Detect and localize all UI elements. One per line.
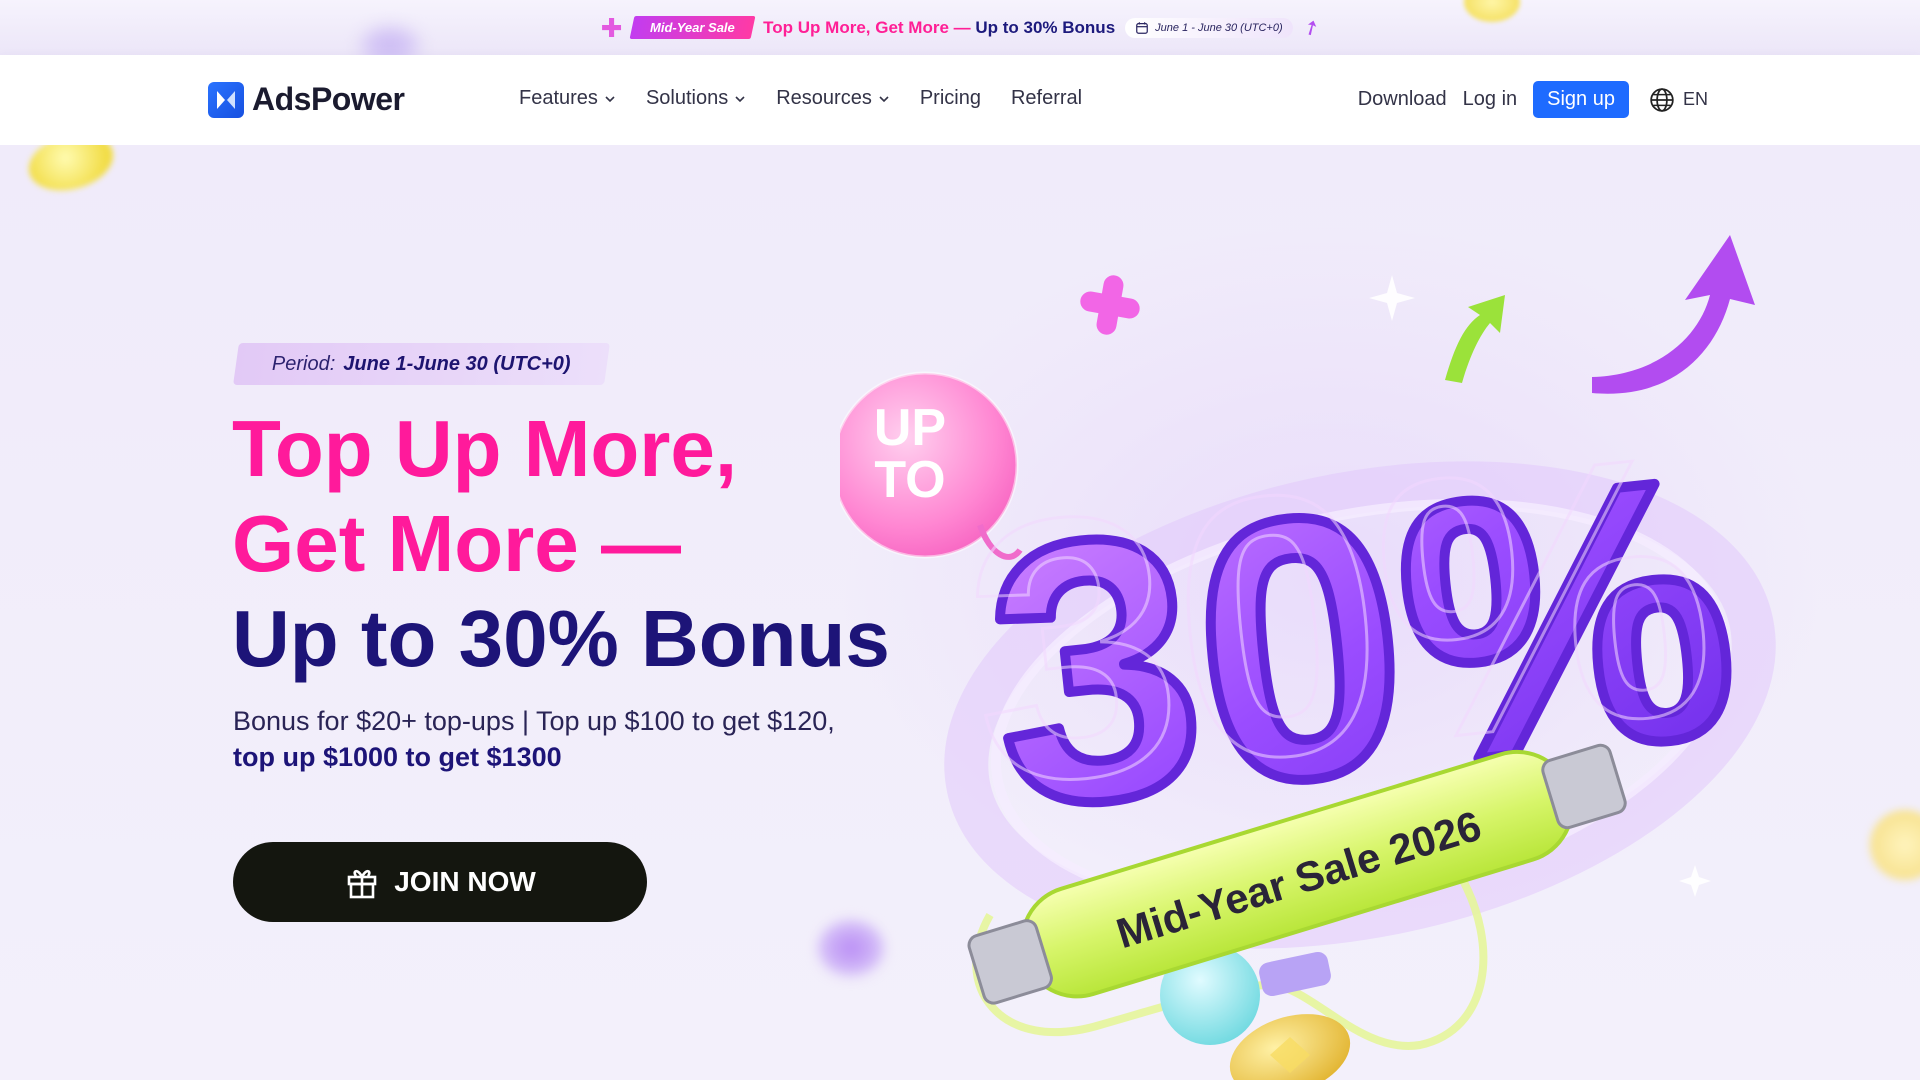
nav-menu: Features Solutions Resources Pricing Ref…: [519, 87, 1082, 110]
promo-banner[interactable]: ✚ Mid-Year Sale Top Up More, Get More — …: [0, 0, 1920, 55]
hero-headline: Top Up More, Get More — Up to 30% Bonus: [232, 401, 890, 686]
nav-item-pricing[interactable]: Pricing: [920, 87, 981, 110]
decor-coin: [22, 145, 120, 200]
nav-item-label: Solutions: [645, 87, 729, 109]
join-now-label: JOIN NOW: [394, 866, 536, 897]
period-value: June 1-June 30 (UTC+0): [343, 352, 571, 375]
arrow-up-icon: ➚: [1298, 14, 1325, 42]
promo-illustration: UP TO 30% 30% Mid-Year Sale 2026: [840, 235, 1776, 1080]
purple-clip: [1259, 951, 1331, 997]
headline-line-1: Top Up More,: [232, 404, 738, 493]
globe-icon: [1650, 87, 1674, 112]
sparkle-icon: [1679, 865, 1711, 897]
nav-item-features[interactable]: Features: [519, 87, 616, 110]
hero-subtext: Bonus for $20+ top-ups | Top up $100 to …: [233, 703, 835, 775]
headline-line-3: Up to 30% Bonus: [232, 594, 890, 683]
gift-icon: [347, 869, 377, 899]
arrow-up-icon: [1592, 235, 1755, 394]
nav-item-label: Referral: [1010, 87, 1083, 109]
logo[interactable]: AdsPower: [208, 81, 405, 118]
plus-icon: ✚: [600, 12, 623, 43]
nav-item-label: Features: [519, 87, 598, 109]
decor-coin: [1870, 810, 1920, 880]
signup-button[interactable]: Sign up: [1533, 81, 1629, 118]
logo-text: AdsPower: [252, 81, 405, 117]
chevron-down-icon: [605, 95, 615, 102]
arrow-up-icon: [1445, 295, 1505, 383]
join-now-button[interactable]: JOIN NOW: [233, 842, 647, 922]
language-label: EN: [1682, 89, 1708, 109]
headline-line-2: Get More —: [232, 499, 681, 588]
nav-actions: Download Log in Sign up EN: [1358, 81, 1708, 118]
nav-item-label: Pricing: [919, 87, 981, 109]
calendar-icon: [1136, 21, 1149, 34]
bubble-text-line-1: UP: [874, 399, 946, 457]
plus-icon: [1080, 275, 1140, 335]
chevron-down-icon: [735, 95, 745, 102]
subtext-line-1: Bonus for $20+ top-ups | Top up $100 to …: [233, 706, 835, 736]
download-link[interactable]: Download: [1358, 88, 1447, 111]
hero-section: Period: June 1-June 30 (UTC+0) Top Up Mor…: [0, 145, 1920, 1080]
nav-item-referral[interactable]: Referral: [1011, 87, 1082, 110]
nav-item-label: Resources: [776, 87, 872, 109]
bubble-text-line-2: TO: [874, 451, 945, 509]
nav-item-solutions[interactable]: Solutions: [646, 87, 746, 110]
login-link[interactable]: Log in: [1463, 88, 1518, 111]
language-selector[interactable]: EN: [1649, 87, 1708, 113]
sparkle-icon: [1369, 275, 1415, 321]
adspower-logo-icon: [208, 81, 244, 118]
nav-item-resources[interactable]: Resources: [776, 87, 890, 110]
decor-blur: [360, 26, 420, 55]
top-navigation: AdsPower Features Solutions Resources Pr…: [0, 55, 1920, 145]
chevron-down-icon: [879, 95, 889, 102]
subtext-line-2: top up $1000 to get $1300: [233, 742, 562, 772]
promo-headline: Top Up More, Get More — Up to 30% Bonus: [763, 17, 1116, 37]
promo-date: June 1 - June 30 (UTC+0): [1125, 17, 1293, 38]
promo-tag: Mid-Year Sale: [629, 16, 756, 39]
period-badge: Period: June 1-June 30 (UTC+0): [233, 343, 610, 385]
decor-coin: [1464, 0, 1520, 22]
period-label: Period:: [272, 352, 336, 375]
